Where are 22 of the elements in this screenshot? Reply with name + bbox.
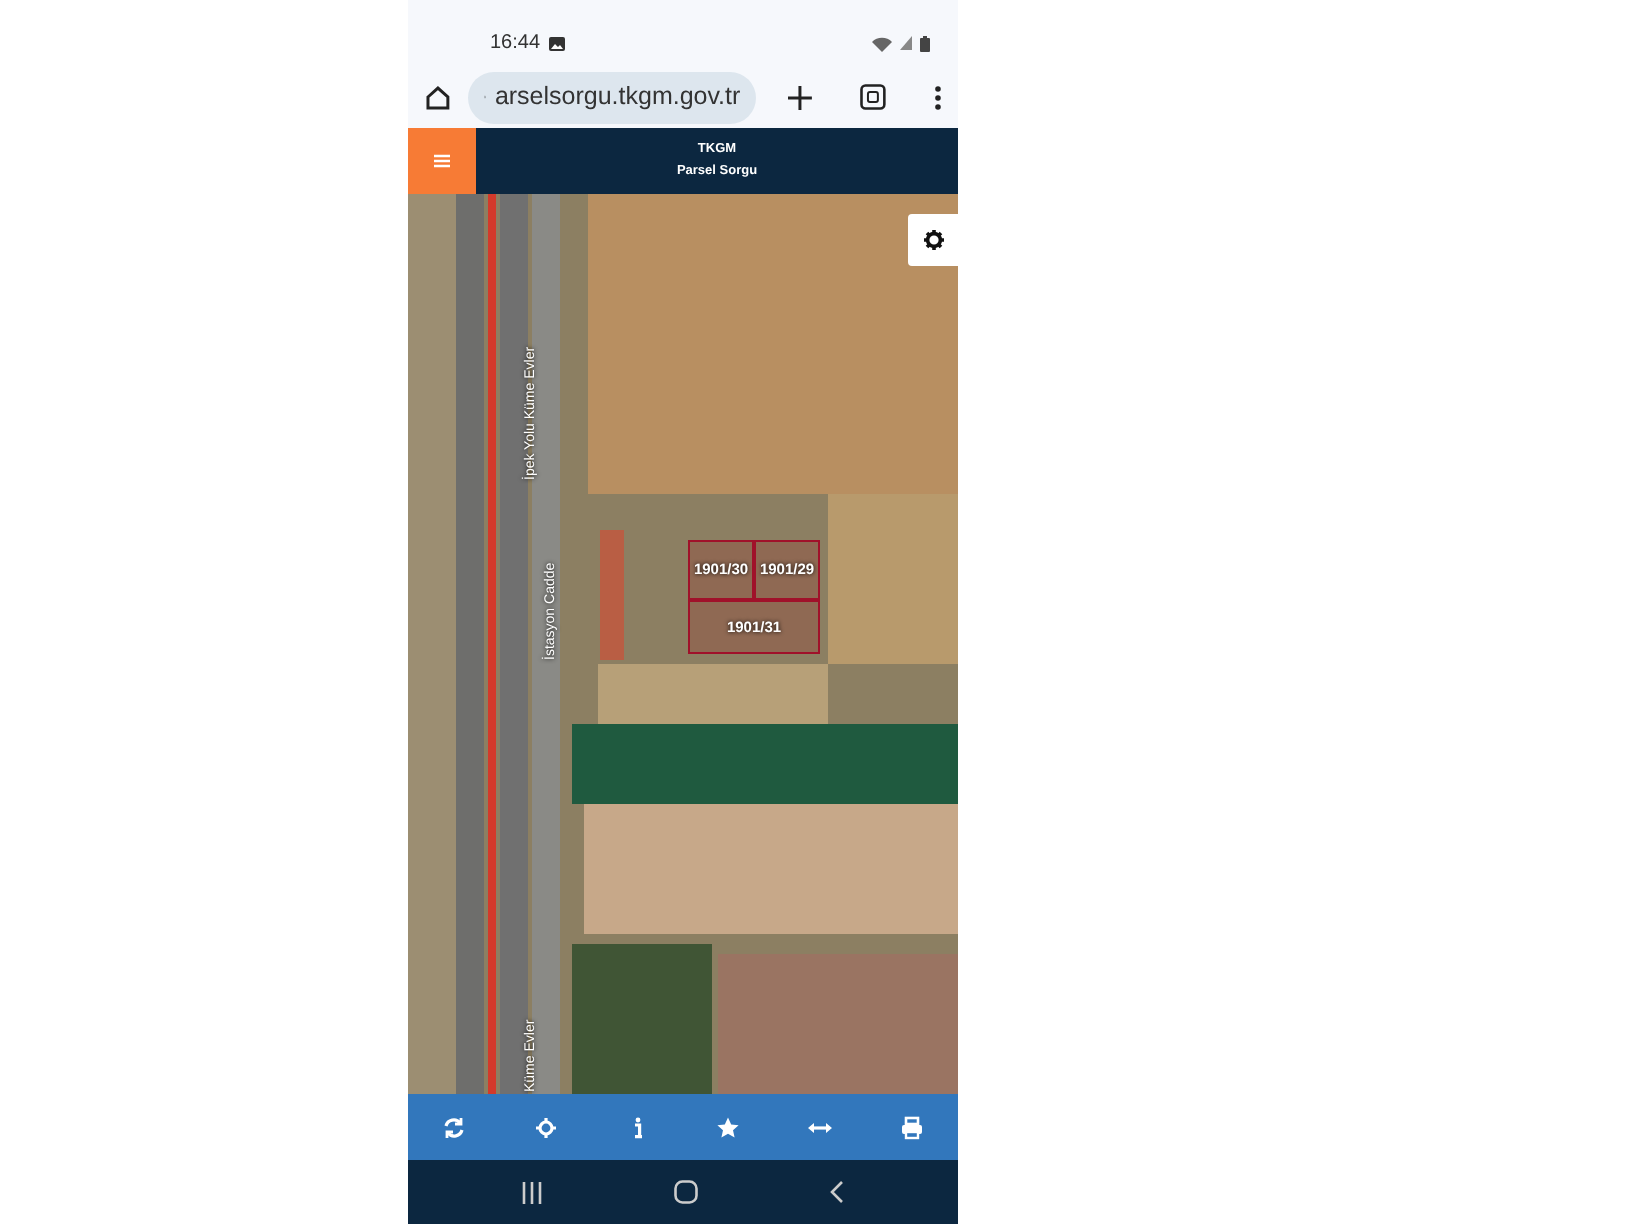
home-button-icon[interactable] bbox=[674, 1180, 698, 1204]
address-bar[interactable]: arselsorgu.tkgm.gov.tr bbox=[467, 71, 757, 123]
menu-icon[interactable] bbox=[434, 154, 450, 168]
print-icon[interactable] bbox=[900, 1115, 925, 1139]
back-icon[interactable] bbox=[830, 1180, 844, 1204]
menu-button[interactable] bbox=[408, 128, 476, 194]
plus-icon[interactable] bbox=[788, 85, 813, 109]
star-icon[interactable] bbox=[716, 1115, 741, 1139]
image-icon bbox=[548, 35, 567, 51]
settings-icon[interactable] bbox=[923, 230, 943, 250]
clock-time: 16:44 bbox=[490, 30, 541, 58]
refresh-icon[interactable] bbox=[441, 1115, 466, 1139]
wifi-icon bbox=[872, 35, 892, 51]
battery-icon bbox=[920, 35, 930, 51]
signal-icon bbox=[900, 36, 912, 50]
url-text: arselsorgu.tkgm.gov.tr bbox=[494, 80, 741, 115]
tabs-icon[interactable] bbox=[860, 84, 887, 110]
crosshair-icon[interactable] bbox=[533, 1115, 558, 1139]
home-icon[interactable] bbox=[424, 83, 452, 111]
recent-apps-icon[interactable] bbox=[522, 1181, 542, 1203]
more-options-icon[interactable] bbox=[934, 85, 943, 109]
settings-button[interactable] bbox=[908, 214, 958, 266]
